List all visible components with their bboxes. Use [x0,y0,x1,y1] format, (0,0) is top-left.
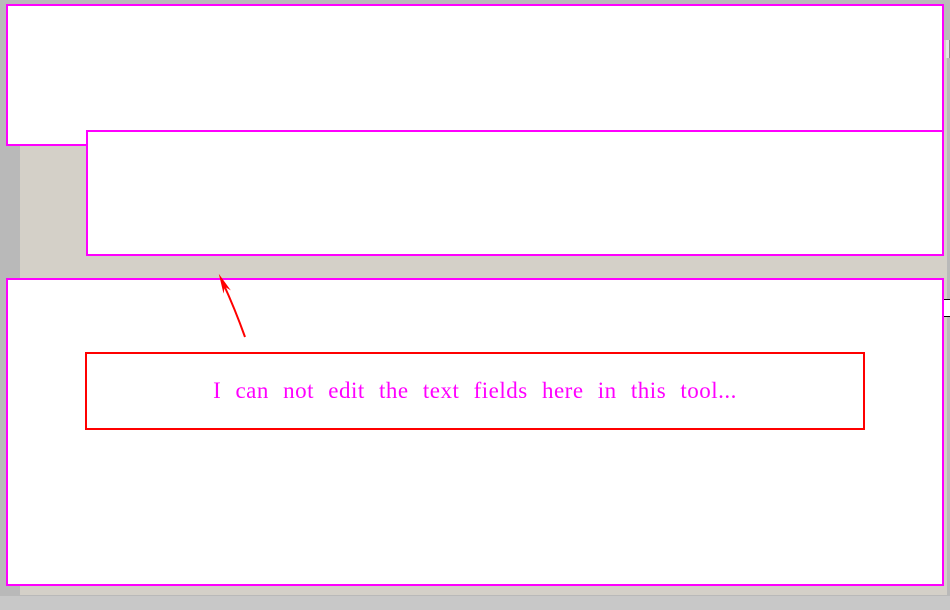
top-cell-label: Top Cell: [150,301,197,315]
top-cell-value-start: IOCEL [212,301,248,315]
top-cell-input[interactable]: IOCELLS [207,299,950,317]
top-cell-row: Top Cell: IOCELLS [150,298,950,318]
dialog-panel: Top Cell: IOCELLS [20,40,947,595]
top-cell-value-selection: LS [248,301,265,315]
